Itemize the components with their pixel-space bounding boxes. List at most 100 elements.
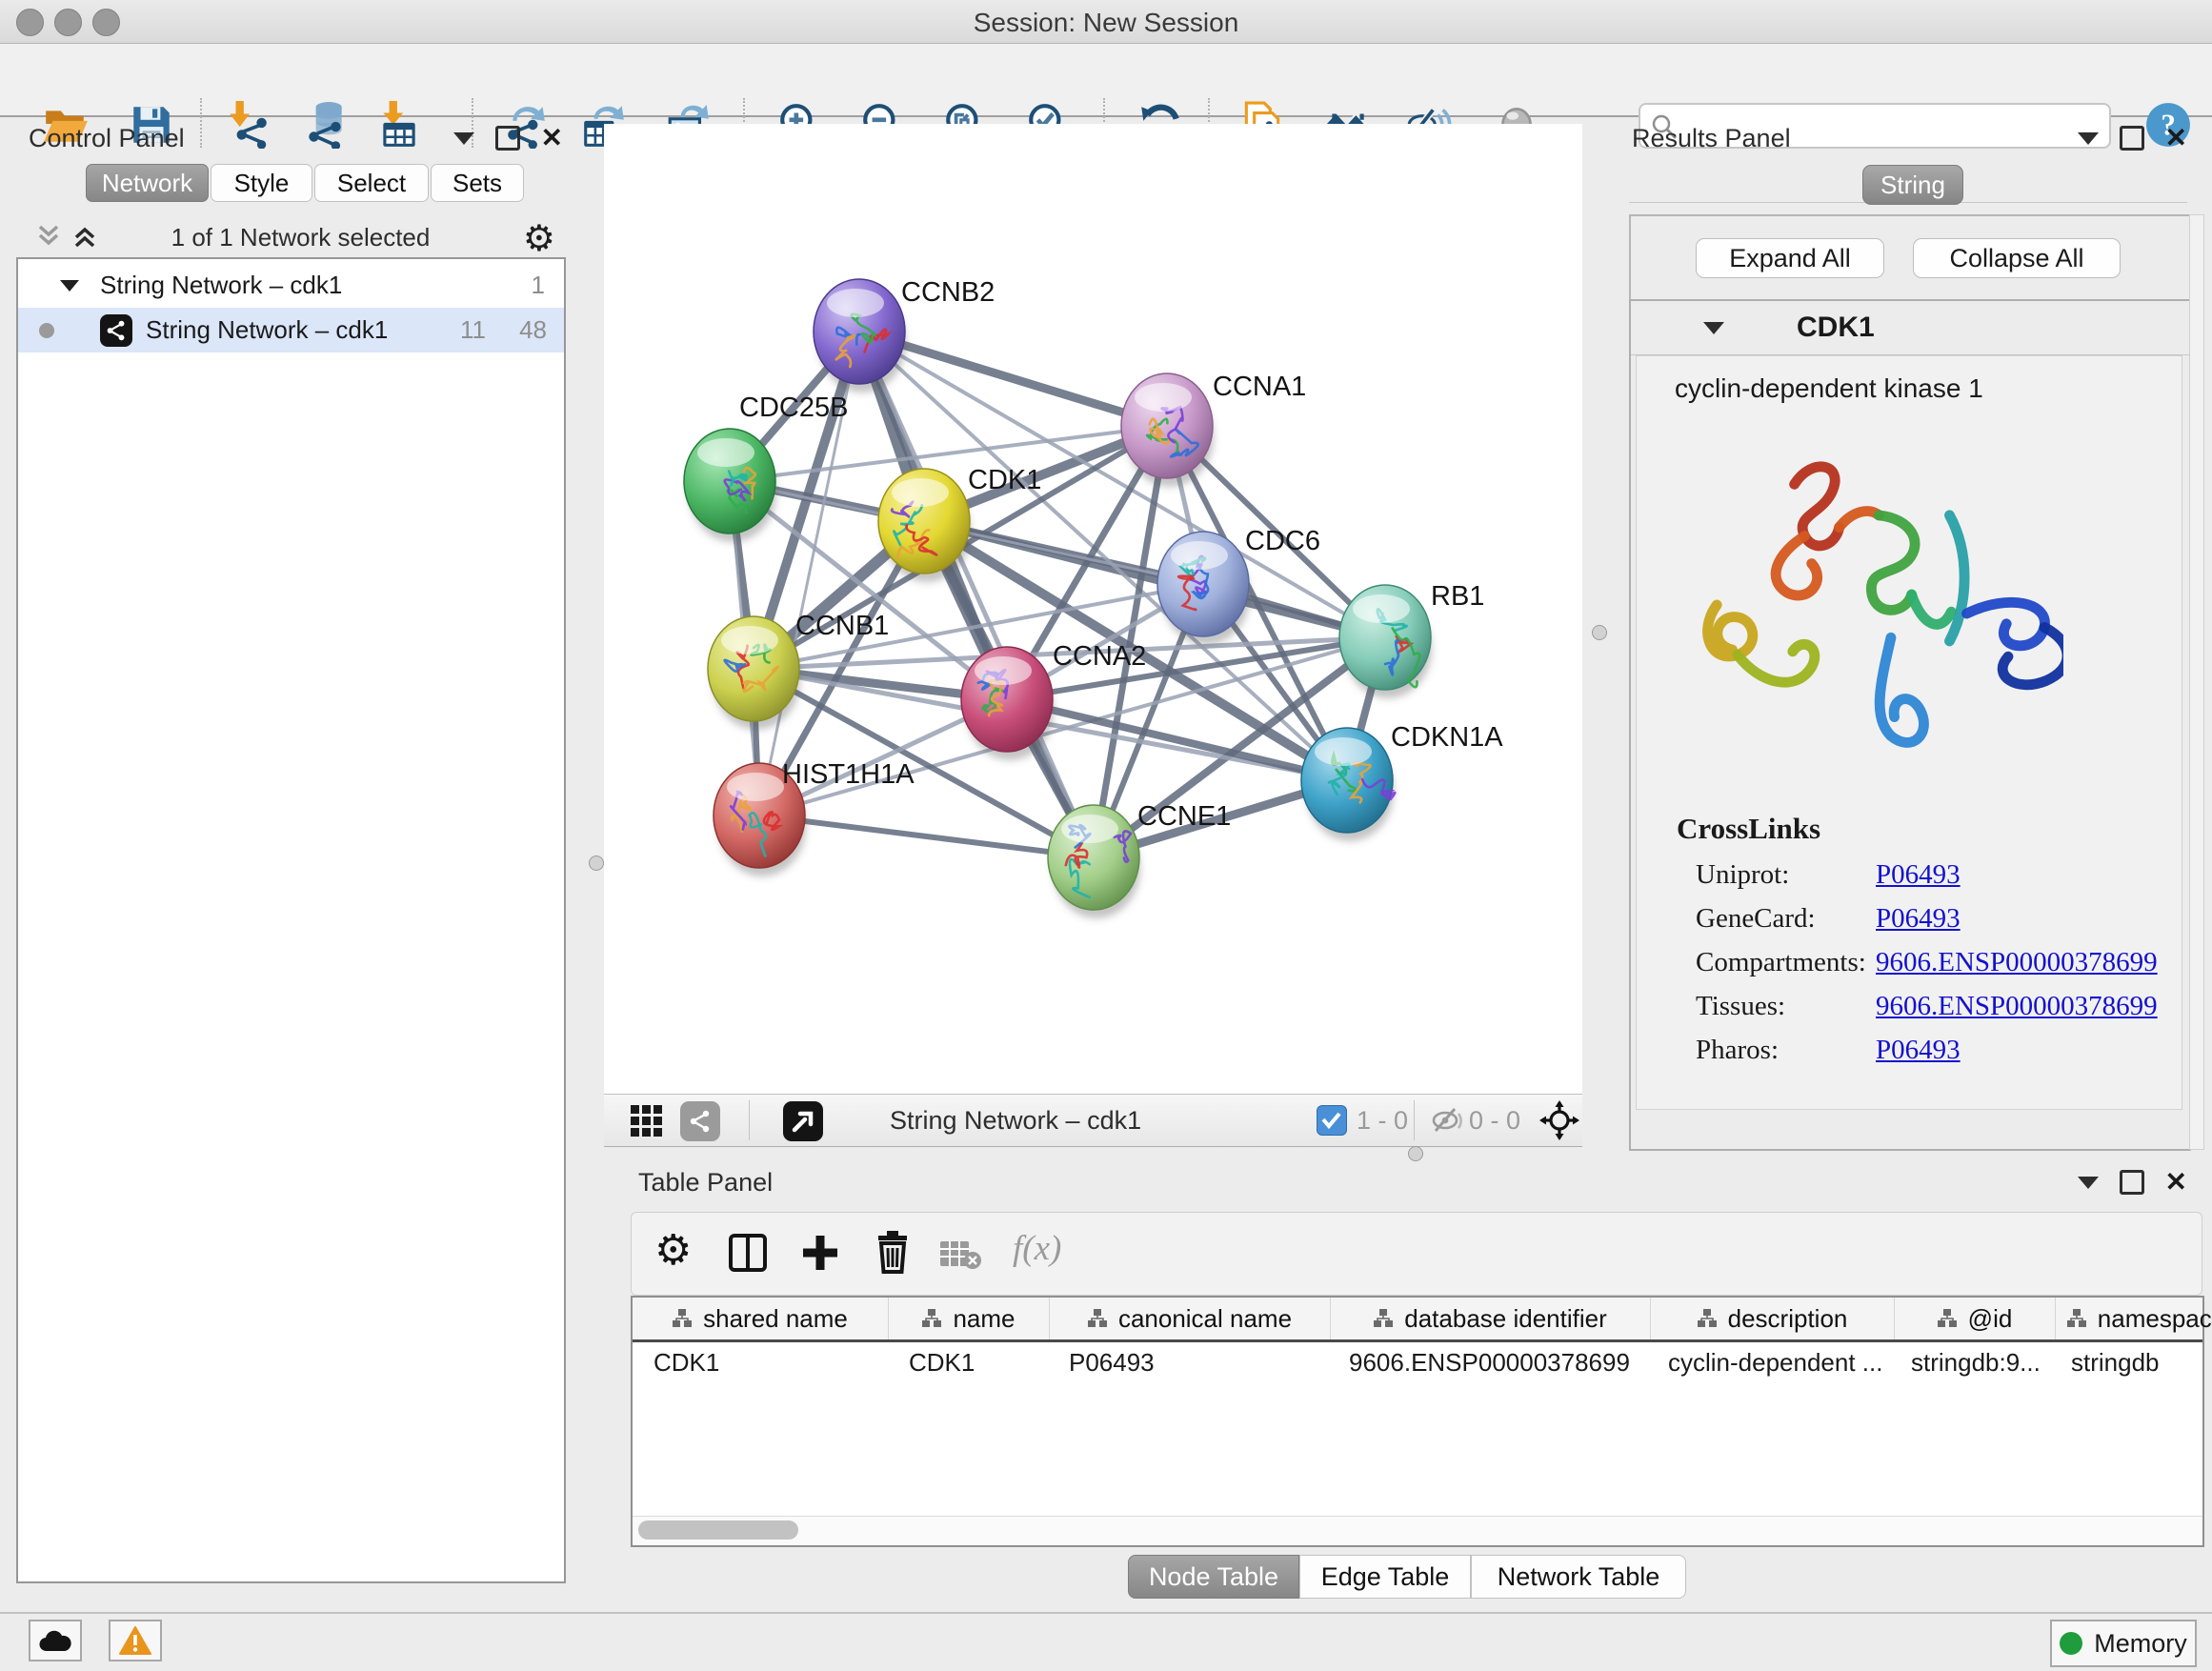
show-columns-icon[interactable] [727, 1232, 769, 1274]
gene-section: CDK1 cyclin-dependent kinase 1 CrossLink… [1629, 299, 2191, 1151]
crosslink-link[interactable]: P06493 [1876, 859, 1961, 891]
cloud-icon [38, 1628, 72, 1653]
column-header[interactable]: canonical name [1050, 1298, 1331, 1339]
network-label: String Network – cdk1 [146, 315, 388, 345]
column-header[interactable]: @id [1895, 1298, 2056, 1339]
control-panel: Control Panel ✕ Network Style Select Set… [11, 124, 590, 1580]
birds-eye-view-icon[interactable] [629, 1103, 665, 1139]
section-collapse-icon[interactable] [1703, 322, 1724, 334]
crosslink-label: Compartments: [1696, 947, 1866, 978]
network-collection-row[interactable]: String Network – cdk1 1 [18, 263, 564, 308]
results-scrollbar[interactable] [2189, 214, 2204, 1150]
tree-expand-icon[interactable] [60, 280, 79, 292]
toolbar-separator [749, 1100, 750, 1140]
crosslink-link[interactable]: 9606.ENSP00000378699 [1876, 947, 2158, 978]
delete-column-icon[interactable] [872, 1230, 914, 1274]
table-cell[interactable]: cyclin-dependent ... [1647, 1342, 1890, 1382]
crosslink-link[interactable]: P06493 [1876, 903, 1961, 935]
table-panel-title: Table Panel [638, 1168, 773, 1198]
horizontal-scrollbar[interactable] [633, 1516, 2202, 1545]
cytoscape-window: Session: New Session [0, 0, 2212, 1671]
table-cell[interactable]: CDK1 [888, 1342, 1048, 1382]
table-cell[interactable]: 9606.ENSP00000378699 [1328, 1342, 1647, 1382]
column-header[interactable]: shared name [633, 1298, 889, 1339]
column-header[interactable]: namespace [2056, 1298, 2212, 1339]
svg-text:CDKN1A: CDKN1A [1391, 722, 1503, 753]
collapse-all-button[interactable]: Collapse All [1913, 238, 2121, 278]
expand-all-button[interactable]: Expand All [1696, 238, 1884, 278]
table-cell[interactable]: P06493 [1048, 1342, 1328, 1382]
float-panel-icon[interactable] [495, 126, 520, 151]
network-edge-count: 48 [519, 315, 547, 345]
svg-text:RB1: RB1 [1431, 581, 1484, 612]
crosslink-row: Pharos:P06493 [1637, 1035, 2182, 1078]
tab-network[interactable]: Network [86, 164, 209, 202]
network-options-gear-icon[interactable]: ⚙ [523, 217, 555, 260]
table-cell[interactable]: stringdb [2050, 1342, 2212, 1382]
table-tabs: Node Table Edge Table Network Table [1128, 1555, 1686, 1599]
tab-network-table[interactable]: Network Table [1471, 1555, 1686, 1599]
table-toolbar: ⚙ f(x) [631, 1212, 2202, 1296]
fit-selected-crosshair-icon[interactable] [1539, 1100, 1579, 1140]
warning-status-button[interactable] [109, 1620, 162, 1661]
close-panel-icon[interactable]: ✕ [541, 129, 563, 148]
sort-column-icon [1938, 1308, 1957, 1329]
table-cell[interactable]: stringdb:9... [1890, 1342, 2050, 1382]
status-bar: Memory [0, 1612, 2212, 1671]
table-cell[interactable]: CDK1 [633, 1342, 888, 1382]
collapse-panel-icon[interactable] [2078, 132, 2099, 145]
crosslink-row: Compartments: 9606.ENSP00000378699 [1637, 947, 2182, 991]
sort-column-icon [922, 1308, 941, 1329]
delete-table-icon [938, 1238, 982, 1272]
function-builder-icon: f(x) [1013, 1228, 1061, 1269]
node-table: shared name name canonical name database id… [631, 1296, 2204, 1547]
results-button-box: Expand All Collapse All [1629, 214, 2191, 302]
column-label: description [1728, 1304, 1848, 1334]
add-column-icon[interactable] [799, 1232, 841, 1274]
column-label: name [953, 1304, 1015, 1334]
protein-structure-image [1663, 433, 2063, 795]
cloud-status-button[interactable] [29, 1620, 82, 1661]
crosslink-link[interactable]: P06493 [1876, 1035, 1961, 1066]
open-in-window-icon[interactable] [783, 1101, 823, 1141]
table-row[interactable]: CDK1CDK1P064939606.ENSP00000378699cyclin… [633, 1342, 2202, 1382]
tab-node-table[interactable]: Node Table [1128, 1555, 1299, 1599]
close-panel-icon[interactable]: ✕ [2165, 1173, 2187, 1192]
column-label: database identifier [1404, 1304, 1606, 1334]
network-view-toolbar: String Network – cdk1 1 - 0 0 - 0 [604, 1094, 1582, 1147]
tab-sets[interactable]: Sets [431, 164, 524, 202]
crosslink-label: Tissues: [1696, 991, 1785, 1022]
tab-edge-table[interactable]: Edge Table [1299, 1555, 1471, 1599]
network-row[interactable]: String Network – cdk1 11 48 [18, 308, 564, 352]
close-panel-icon[interactable]: ✕ [2165, 129, 2187, 148]
hidden-count-label: 0 - 0 [1469, 1106, 1520, 1136]
table-header-row[interactable]: shared name name canonical name database id… [633, 1298, 2202, 1342]
vertical-splitter-handle[interactable] [589, 856, 604, 871]
svg-text:CDC6: CDC6 [1245, 526, 1320, 556]
column-header[interactable]: description [1651, 1298, 1895, 1339]
svg-text:CDK1: CDK1 [968, 465, 1041, 495]
scrollbar-thumb[interactable] [638, 1520, 798, 1540]
gene-description: cyclin-dependent kinase 1 [1675, 373, 1983, 404]
results-panel-title: Results Panel [1632, 124, 1791, 153]
float-panel-icon[interactable] [2120, 126, 2144, 151]
memory-button[interactable]: Memory [2050, 1620, 2197, 1667]
column-label: canonical name [1118, 1304, 1292, 1334]
column-header[interactable]: database identifier [1331, 1298, 1651, 1339]
table-options-gear-icon[interactable]: ⚙ [654, 1226, 692, 1275]
tab-select[interactable]: Select [314, 164, 429, 202]
string-badge-icon[interactable] [680, 1101, 720, 1141]
column-header[interactable]: name [889, 1298, 1050, 1339]
collection-label: String Network – cdk1 [100, 271, 342, 300]
hidden-eye-icon [1429, 1104, 1465, 1137]
network-canvas[interactable]: CCNB2CCNA1CDC25BCDK1CDC6RB1CCNB1CCNA2CDK… [604, 124, 1582, 1094]
gene-section-header[interactable]: CDK1 [1631, 301, 2189, 355]
tab-style[interactable]: Style [211, 164, 312, 202]
float-panel-icon[interactable] [2120, 1170, 2144, 1195]
crosslink-link[interactable]: 9606.ENSP00000378699 [1876, 991, 2158, 1022]
string-results-tab[interactable]: String [1862, 165, 1963, 205]
selected-checkbox-icon[interactable] [1317, 1105, 1347, 1136]
collapse-panel-icon[interactable] [2078, 1177, 2099, 1189]
memory-label: Memory [2094, 1629, 2187, 1659]
collapse-panel-icon[interactable] [453, 132, 474, 145]
